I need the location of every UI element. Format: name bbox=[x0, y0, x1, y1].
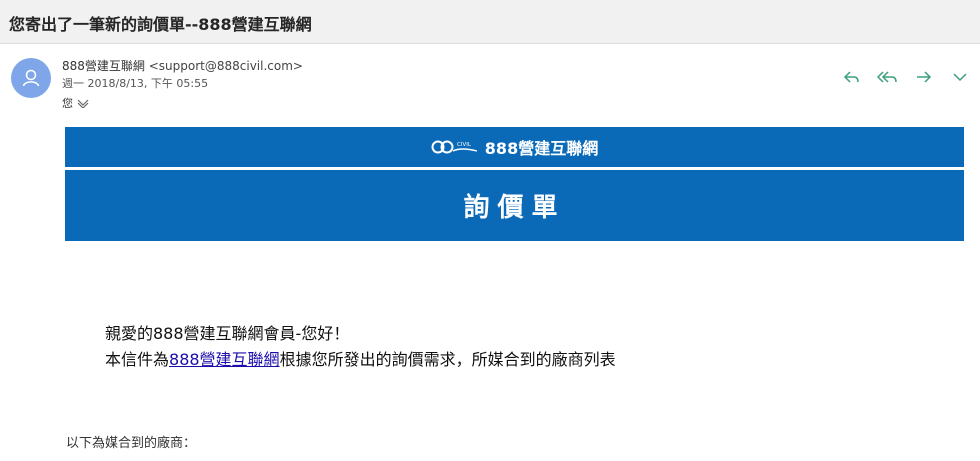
person-icon bbox=[22, 69, 40, 87]
matched-vendors-heading: 以下為媒合到的廠商： bbox=[66, 436, 197, 451]
recipient-name: 您 bbox=[62, 97, 73, 110]
logo-small-text: CIVIL bbox=[457, 142, 472, 148]
reply-icon bbox=[843, 71, 859, 83]
body-text-suffix: 根據您所發出的詢價需求，所媒合到的廠商列表 bbox=[279, 350, 616, 369]
email-subject-bar: 您寄出了一筆新的詢價單--888營建互聯網 bbox=[0, 0, 980, 44]
email-banner-title: 詢價單 bbox=[65, 170, 964, 241]
avatar[interactable] bbox=[11, 58, 51, 98]
recipient-line: 您 bbox=[62, 95, 89, 111]
sender-name[interactable]: 888營建互聯網 bbox=[62, 59, 145, 73]
greeting-text: 親愛的888營建互聯網會員-您好！ bbox=[105, 324, 350, 343]
reply-button[interactable] bbox=[838, 66, 866, 88]
inquiry-title: 詢價單 bbox=[463, 193, 566, 223]
sender-line: 888營建互聯網 <support@888civil.com> bbox=[62, 57, 303, 74]
forward-button[interactable] bbox=[910, 66, 938, 88]
body-text-prefix: 本信件為 bbox=[105, 350, 170, 369]
email-subject: 您寄出了一筆新的詢價單--888營建互聯網 bbox=[9, 15, 312, 34]
brand-name: 888營建互聯網 bbox=[484, 139, 599, 158]
site-link[interactable]: 888營建互聯網 bbox=[169, 350, 280, 369]
forward-icon bbox=[917, 71, 932, 83]
civil-logo-icon: CIVIL bbox=[431, 140, 477, 154]
reply-all-icon bbox=[877, 71, 897, 83]
brand-logo: CIVIL 888營建互聯網 bbox=[431, 135, 598, 159]
message-actions bbox=[838, 66, 974, 88]
more-actions-button[interactable] bbox=[946, 66, 974, 88]
reply-all-button[interactable] bbox=[874, 66, 902, 88]
more-chevron-icon bbox=[953, 73, 967, 82]
body-text: 本信件為888營建互聯網根據您所發出的詢價需求，所媒合到的廠商列表 bbox=[105, 346, 616, 370]
sender-email[interactable]: <support@888civil.com> bbox=[149, 59, 303, 73]
sent-date: 週一 2018/8/13, 下午 05:55 bbox=[62, 77, 209, 90]
expand-recipients-icon[interactable] bbox=[77, 98, 89, 109]
email-banner-header: CIVIL 888營建互聯網 bbox=[65, 127, 964, 167]
